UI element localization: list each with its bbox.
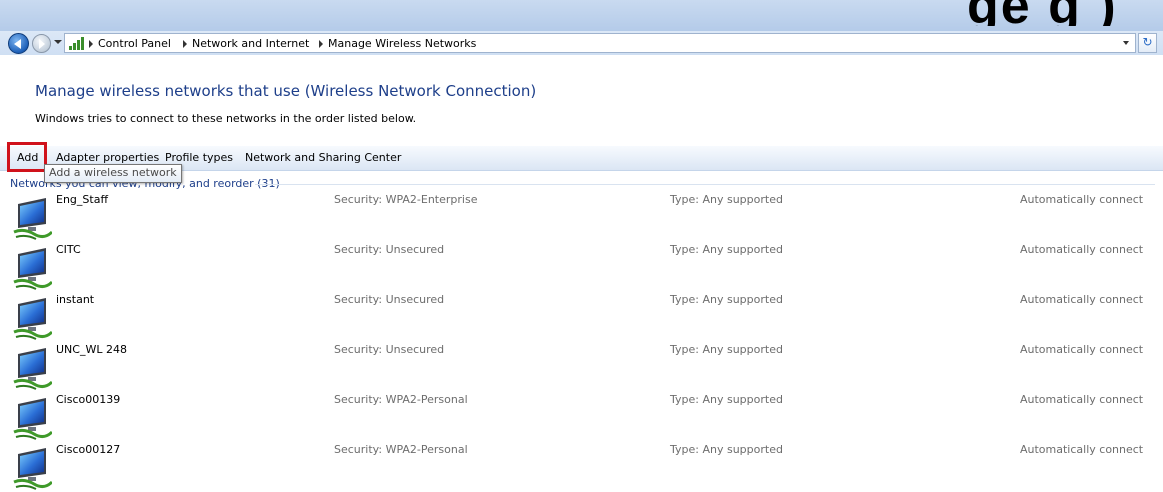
network-connect-mode: Automatically connect: [1020, 393, 1144, 406]
network-row[interactable]: instant Security: Unsecured Type: Any supp…: [0, 292, 1163, 342]
wireless-monitor-icon: [13, 298, 52, 340]
corner-logo-text: ge g ): [967, 0, 1157, 26]
network-type: Type: Any supported: [670, 193, 783, 206]
network-type: Type: Any supported: [670, 343, 783, 356]
network-connect-mode: Automatically connect: [1020, 443, 1144, 456]
add-tooltip: Add a wireless network: [44, 164, 182, 183]
wireless-monitor-icon: [13, 448, 52, 490]
network-name: Eng_Staff: [56, 193, 109, 206]
breadcrumb-separator-icon: [319, 40, 323, 48]
address-toolbar: Control Panel Network and Internet Manag…: [0, 31, 1163, 55]
network-type: Type: Any supported: [670, 243, 783, 256]
network-name: Cisco00127: [56, 443, 121, 456]
wireless-monitor-icon: [13, 348, 52, 390]
network-connect-mode: Automatically connect: [1020, 293, 1144, 306]
network-security: Security: WPA2-Personal: [334, 443, 468, 456]
network-row[interactable]: Cisco00127 Security: WPA2-Personal Type: A…: [0, 442, 1163, 492]
page-title: Manage wireless networks that use (Wirel…: [35, 82, 537, 100]
breadcrumb-control-panel[interactable]: Control Panel: [98, 37, 171, 51]
network-sharing-center-button[interactable]: Network and Sharing Center: [243, 150, 403, 166]
network-type: Type: Any supported: [670, 393, 783, 406]
page-subtitle: Windows tries to connect to these networ…: [35, 112, 417, 125]
network-name: CITC: [56, 243, 81, 256]
breadcrumb-network-internet[interactable]: Network and Internet: [192, 37, 309, 51]
breadcrumb-separator-icon: [89, 40, 93, 48]
breadcrumb-separator-icon: [183, 40, 187, 48]
network-security: Security: WPA2-Enterprise: [334, 193, 478, 206]
wireless-monitor-icon: [13, 198, 52, 240]
network-security: Security: WPA2-Personal: [334, 393, 468, 406]
network-type: Type: Any supported: [670, 293, 783, 306]
network-row[interactable]: UNC_WL 248 Security: Unsecured Type: Any s…: [0, 342, 1163, 392]
network-row[interactable]: Cisco00139 Security: WPA2-Personal Type: A…: [0, 392, 1163, 442]
group-divider: [255, 184, 1155, 185]
network-security: Security: Unsecured: [334, 293, 445, 306]
network-name: instant: [56, 293, 95, 306]
refresh-icon[interactable]: ↻: [1138, 33, 1157, 53]
wireless-monitor-icon: [13, 398, 52, 440]
address-dropdown-icon[interactable]: [1123, 41, 1129, 45]
address-bar[interactable]: Control Panel Network and Internet Manag…: [64, 33, 1136, 53]
wireless-monitor-icon: [13, 248, 52, 290]
network-connect-mode: Automatically connect: [1020, 243, 1144, 256]
network-type: Type: Any supported: [670, 443, 783, 456]
network-security: Security: Unsecured: [334, 343, 445, 356]
recent-pages-dropdown-icon[interactable]: [54, 40, 62, 44]
network-row[interactable]: Eng_Staff Security: WPA2-Enterprise Type: …: [0, 192, 1163, 242]
back-arrow-icon[interactable]: [8, 33, 29, 54]
network-connect-mode: Automatically connect: [1020, 193, 1144, 206]
add-button-highlight: [7, 142, 47, 172]
network-name: UNC_WL 248: [56, 343, 127, 356]
network-icon: [69, 37, 84, 50]
network-security: Security: Unsecured: [334, 243, 445, 256]
network-row[interactable]: CITC Security: Unsecured Type: Any support…: [0, 242, 1163, 292]
network-name: Cisco00139: [56, 393, 121, 406]
network-connect-mode: Automatically connect: [1020, 343, 1144, 356]
forward-arrow-icon[interactable]: [32, 34, 51, 53]
breadcrumb-manage-wireless[interactable]: Manage Wireless Networks: [328, 37, 476, 51]
